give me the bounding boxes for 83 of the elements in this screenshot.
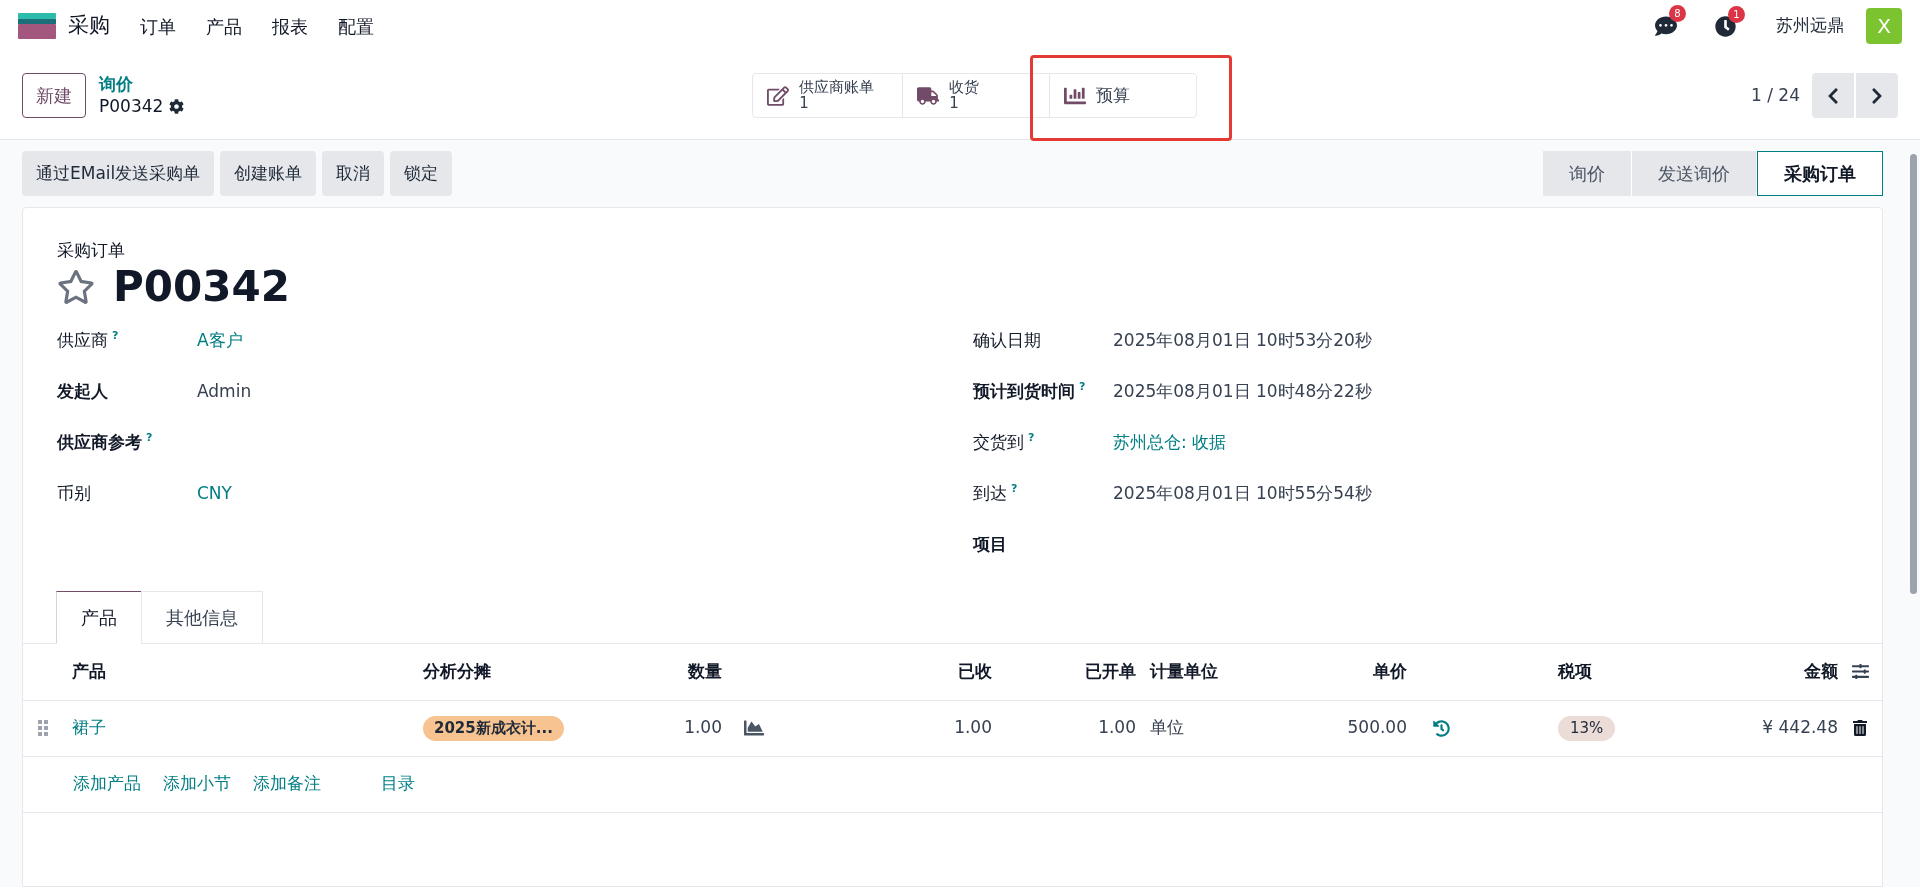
field-label: 项目 (973, 532, 1007, 556)
action-button[interactable]: 通过EMail发送采购单 (22, 151, 215, 196)
column-header[interactable]: 已开单 (992, 658, 1136, 685)
column-header[interactable]: 产品 (63, 658, 418, 685)
add-line-link[interactable]: 添加小节 (163, 771, 231, 797)
field-value: Admin (197, 379, 252, 403)
column-header[interactable]: 数量 (660, 658, 730, 685)
drag-handle-icon[interactable] (38, 720, 48, 736)
status-stage[interactable]: 询价 (1543, 151, 1632, 196)
company-name[interactable]: 苏州远鼎 (1776, 13, 1844, 39)
previous-button[interactable] (1812, 73, 1854, 118)
table-cell-text: 单位 (1149, 716, 1185, 740)
settings-icon[interactable] (169, 98, 185, 114)
area-chart-icon[interactable] (744, 718, 764, 738)
product-link[interactable]: 裙子 (63, 715, 418, 741)
smart-button[interactable]: 预算 (1049, 73, 1198, 118)
record-title: P00342 (113, 265, 290, 308)
app-name[interactable]: 采购 (68, 10, 110, 42)
pager-value[interactable]: 1 / 24 (1751, 82, 1800, 109)
add-line-link[interactable]: 添加产品 (73, 771, 141, 797)
help-mark[interactable]: ? (1028, 429, 1035, 446)
column-header[interactable]: 金额 (1700, 658, 1838, 685)
action-button[interactable]: 创建账单 (220, 151, 317, 196)
field-value[interactable]: A客户 (197, 327, 243, 353)
edit-icon (767, 84, 790, 107)
smart-button[interactable]: 供应商账单 1 (752, 73, 904, 118)
column-settings-icon[interactable] (1851, 663, 1869, 680)
field-value: 2025年08月01日 10时48分22秒 (1113, 379, 1372, 403)
help-mark[interactable]: ? (146, 429, 153, 446)
field-label: 到达 (973, 481, 1007, 505)
new-button[interactable]: 新建 (22, 73, 86, 118)
column-header[interactable]: 分析分摊 (418, 658, 660, 685)
field-label: 交货到 (973, 430, 1024, 454)
form-tab[interactable]: 产品 (56, 590, 142, 644)
truck-icon (917, 84, 940, 107)
status-stage[interactable]: 发送询价 (1632, 151, 1757, 196)
form-subtitle: 采购订单 (57, 240, 125, 260)
column-header[interactable]: 已收 (800, 658, 992, 685)
menu-item[interactable]: 报表 (272, 12, 308, 40)
history-icon[interactable] (1433, 719, 1450, 737)
delete-icon[interactable] (1852, 720, 1868, 736)
menu-item[interactable]: 订单 (140, 12, 176, 40)
field-label: 预计到货时间 (973, 379, 1075, 403)
field-label: 确认日期 (973, 328, 1041, 352)
table-cell-text: 1.00 (953, 716, 992, 740)
table-cell-text: 1.00 (683, 716, 723, 740)
table-cell-text: 1.00 (1097, 716, 1136, 740)
status-stage[interactable]: 采购订单 (1757, 151, 1883, 196)
field-label: 供应商参考 (57, 430, 142, 454)
analytic-tag[interactable]: 2025新成衣计... (423, 716, 564, 741)
count-badge: 8 (1669, 5, 1686, 22)
field-value: 2025年08月01日 10时55分54秒 (1113, 481, 1372, 505)
chat-icon[interactable] (1655, 15, 1677, 37)
add-line-link[interactable]: 目录 (381, 771, 415, 797)
tax-tag[interactable]: 13% (1558, 716, 1616, 741)
help-mark[interactable]: ? (112, 327, 119, 344)
record-name: P00342 (99, 95, 164, 117)
action-button[interactable]: 锁定 (390, 151, 453, 196)
add-line-link[interactable]: 添加备注 (253, 771, 321, 797)
field-value: 2025年08月01日 10时53分20秒 (1113, 328, 1372, 352)
app-logo-icon[interactable] (18, 13, 56, 39)
column-header[interactable]: 单价 (1300, 658, 1407, 685)
help-mark[interactable]: ? (1079, 378, 1086, 395)
field-label: 供应商 (57, 328, 108, 352)
table-cell-text: 500.00 (1346, 716, 1407, 740)
form-tab[interactable]: 其他信息 (141, 590, 263, 644)
field-label: 发起人 (57, 379, 108, 403)
star-icon[interactable] (57, 267, 95, 306)
menu-item[interactable]: 产品 (206, 12, 242, 40)
action-button[interactable]: 取消 (322, 151, 385, 196)
breadcrumb-link[interactable]: 询价 (99, 74, 185, 96)
column-header[interactable]: 税项 (1548, 658, 1700, 685)
next-button[interactable] (1856, 73, 1898, 118)
help-mark[interactable]: ? (1011, 480, 1018, 497)
count-badge: 1 (1728, 5, 1745, 23)
field-value[interactable]: CNY (197, 480, 232, 506)
scrollbar[interactable] (1905, 140, 1920, 887)
field-label: 币别 (57, 481, 91, 505)
menu-item[interactable]: 配置 (338, 12, 374, 40)
field-value[interactable]: 苏州总仓: 收据 (1113, 429, 1227, 455)
column-header[interactable]: 计量单位 (1136, 658, 1300, 685)
smart-button[interactable]: 收货 1 (902, 73, 1051, 118)
table-cell-text: ¥ 442.48 (1761, 716, 1838, 740)
